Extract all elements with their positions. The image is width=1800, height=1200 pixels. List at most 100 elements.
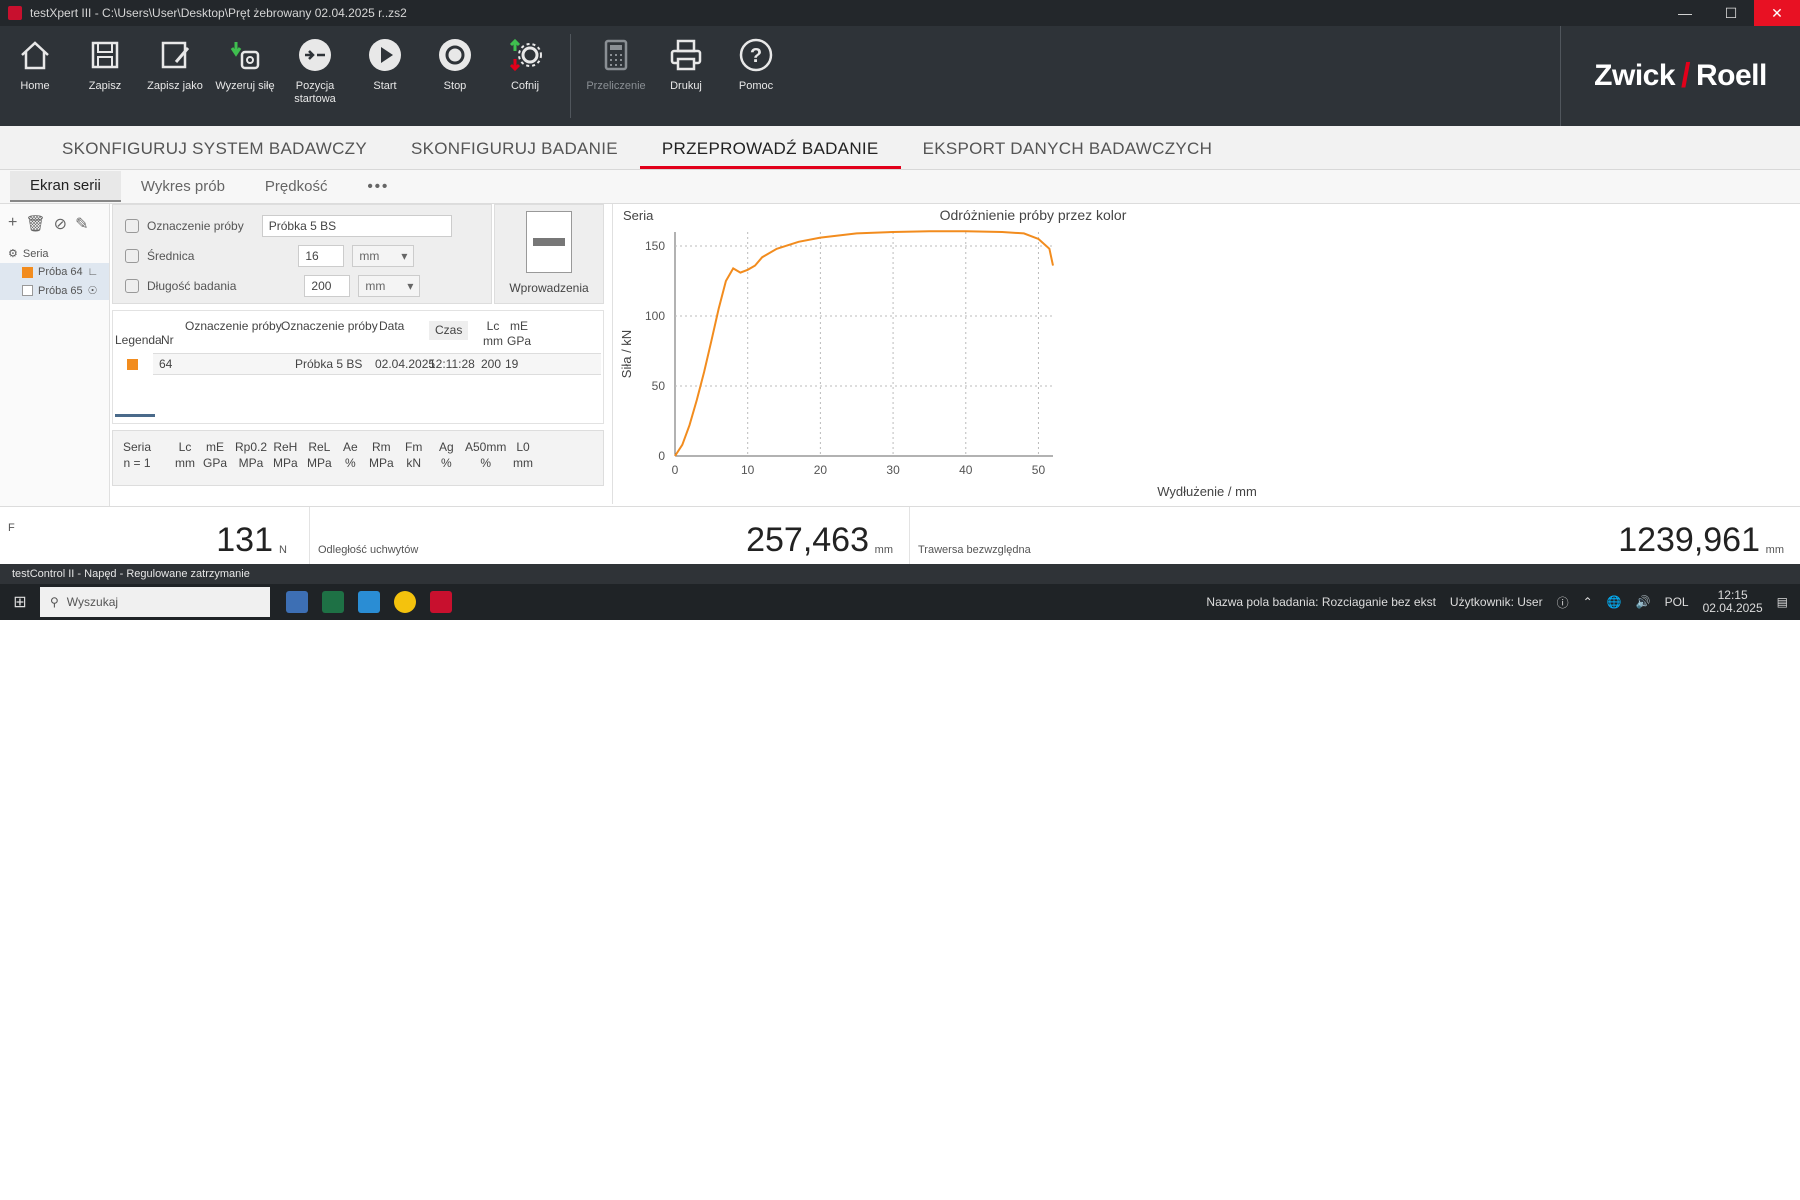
zero-force-icon <box>226 36 264 74</box>
force-label: F <box>8 522 15 534</box>
col-lc: Lc mm <box>483 319 503 349</box>
running-icon: ☉ <box>87 285 98 297</box>
stats-col-unit: GPa <box>203 456 228 470</box>
play-icon <box>366 36 404 74</box>
window-title: testXpert III - C:\Users\User\Desktop\Pr… <box>30 6 407 20</box>
taskbar-apps <box>286 591 452 613</box>
chrome-icon[interactable] <box>394 591 416 613</box>
chart-ticks: 0 10 20 30 40 50 0 50 100 150 <box>645 239 1045 477</box>
tree-item-specimen-65[interactable]: Próba 65 ☉ <box>0 281 109 300</box>
y-tick-label: 100 <box>645 309 665 323</box>
print-button[interactable]: Drukuj <box>651 26 721 126</box>
home-button[interactable]: Home <box>0 26 70 126</box>
disable-icon[interactable]: ⊘ <box>54 214 67 234</box>
force-value: 131 <box>216 521 273 559</box>
stats-col: Rp0.2 MPa <box>235 439 267 471</box>
zero-force-button[interactable]: Wyzeruj siłę <box>210 26 280 126</box>
network-icon[interactable]: 🌐 <box>1607 595 1622 609</box>
taskbar-app-icon[interactable] <box>286 591 308 613</box>
save-button[interactable]: Zapisz <box>70 26 140 126</box>
status-bar: testControl II - Napęd - Regulowane zatr… <box>0 564 1800 584</box>
stats-col-unit: % <box>441 456 452 470</box>
diameter-input[interactable]: 16 <box>298 245 345 267</box>
x-tick-label: 0 <box>672 463 679 477</box>
tab-speed[interactable]: Prędkość <box>245 172 348 201</box>
undo-button[interactable]: Cofnij <box>490 26 560 126</box>
stats-series-cell: Seria n = 1 <box>123 439 151 471</box>
taskbar-search[interactable]: ⚲ Wyszukaj <box>40 587 270 617</box>
stats-col: A50mm% <box>465 439 506 471</box>
param-cube-icon <box>125 249 139 263</box>
excel-icon[interactable] <box>322 591 344 613</box>
start-button[interactable]: Start <box>350 26 420 126</box>
testxpert-icon[interactable] <box>430 591 452 613</box>
stats-col-name: ReL <box>308 440 331 454</box>
info-icon[interactable]: ⓘ <box>1557 594 1569 611</box>
col-time[interactable]: Czas <box>429 321 469 340</box>
tab-specimen-chart[interactable]: Wykres prób <box>121 172 245 201</box>
length-unit-select[interactable]: mm ▾ <box>358 275 421 297</box>
stats-col-unit: MPa <box>273 456 298 470</box>
chart-series <box>674 230 1054 457</box>
stats-col-name: L0 <box>516 440 530 454</box>
chart-x-axis-label: Wydłużenie / mm <box>1157 484 1257 499</box>
windows-start-icon[interactable]: ⊞ <box>0 592 40 612</box>
stop-button[interactable]: Stop <box>420 26 490 126</box>
specimen-empty-cube-icon <box>22 285 33 296</box>
length-unit-value: mm <box>365 279 386 293</box>
tab-run-test[interactable]: PRZEPROWADŹ BADANIE <box>639 139 901 169</box>
stats-col-unit: MPa <box>369 456 394 470</box>
intro-panel[interactable]: Wprowadzenia <box>494 204 604 304</box>
tree-item-specimen-64[interactable]: Próba 64 ∟ <box>0 263 109 281</box>
maximize-button[interactable]: ☐ <box>1708 0 1754 26</box>
stats-col: Rm MPa <box>369 439 394 471</box>
help-button[interactable]: ? Pomoc <box>721 26 791 126</box>
tab-export-data[interactable]: EKSPORT DANYCH BADAWCZYCH <box>901 139 1235 169</box>
close-button[interactable]: ✕ <box>1754 0 1800 26</box>
cell-time: 12:11:28 <box>429 357 475 371</box>
length-row: Długość badania 200 mm ▾ <box>125 275 421 297</box>
edit-icon[interactable]: ✎ <box>75 214 88 234</box>
notifications-icon[interactable]: ▤ <box>1777 595 1788 609</box>
intro-label: Wprowadzenia <box>509 281 589 295</box>
diameter-row: Średnica 16 mm ▾ <box>125 245 415 267</box>
delete-icon[interactable]: 🗑 <box>25 214 45 234</box>
crosshead-readout: Trawersa bezwzględna 1239,961 mm <box>910 507 1800 564</box>
stats-col-unit: mm <box>175 456 195 470</box>
horizontal-scrollbar[interactable] <box>115 414 155 417</box>
stats-col-unit: % <box>480 456 491 470</box>
volume-icon[interactable]: 🔊 <box>1636 595 1651 609</box>
stats-col: ReH MPa <box>273 439 298 471</box>
stats-col: Ae% <box>343 439 358 471</box>
recalc-button[interactable]: Przeliczenie <box>581 26 651 126</box>
taskbar-app-icon[interactable] <box>358 591 380 613</box>
minimize-button[interactable]: — <box>1662 0 1708 26</box>
main-tabs: SKONFIGURUJ SYSTEM BADAWCZY SKONFIGURUJ … <box>0 126 1800 170</box>
chevron-down-icon: ▾ <box>401 249 408 263</box>
start-position-button[interactable]: Pozycja startowa <box>280 26 350 126</box>
tab-series-screen[interactable]: Ekran serii <box>10 171 121 202</box>
add-icon[interactable]: + <box>8 214 17 234</box>
chevron-up-icon[interactable]: ⌃ <box>1583 595 1593 609</box>
stats-col: ReL MPa <box>307 439 332 471</box>
tab-configure-test[interactable]: SKONFIGURUJ BADANIE <box>389 139 640 169</box>
stats-col-unit: MPa <box>238 456 264 470</box>
language-indicator[interactable]: POL <box>1665 595 1689 609</box>
home-icon <box>16 36 54 74</box>
brand-left: Zwick <box>1594 59 1676 92</box>
stop-icon <box>436 36 474 74</box>
tree-root-series[interactable]: ⚙ Seria <box>0 244 109 263</box>
length-input[interactable]: 200 <box>304 275 351 297</box>
specimen-id-input[interactable]: Próbka 5 BS <box>261 215 452 237</box>
tab-more[interactable]: ••• <box>347 172 409 201</box>
title-bar: testXpert III - C:\Users\User\Desktop\Pr… <box>0 0 1800 26</box>
chart-svg: Seria Odróżnienie próby przez kolor Wydł… <box>619 207 1257 499</box>
param-cube-icon <box>125 219 139 233</box>
app-icon <box>8 6 22 20</box>
grip-distance-unit: mm <box>874 544 893 556</box>
save-as-button[interactable]: Zapisz jako <box>140 26 210 126</box>
diameter-unit-select[interactable]: mm ▾ <box>352 245 415 267</box>
clock[interactable]: 12:15 02.04.2025 <box>1703 589 1763 615</box>
zero-force-label: Wyzeruj siłę <box>215 80 275 92</box>
tab-configure-system[interactable]: SKONFIGURUJ SYSTEM BADAWCZY <box>40 139 389 169</box>
